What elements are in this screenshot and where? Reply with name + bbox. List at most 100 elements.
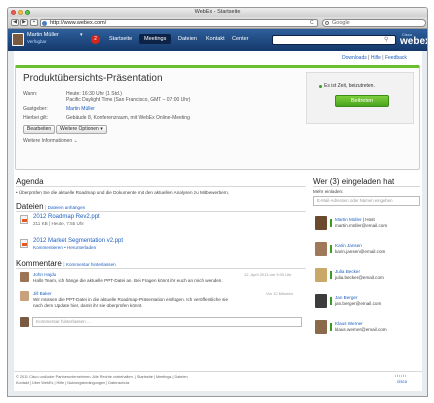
edit-button[interactable]: Bearbeiten [23, 125, 56, 134]
feedback-link[interactable]: Feedback [385, 55, 407, 61]
webex-navbar: Martin Müller Verfügbar ▾ 2 Startseite M… [8, 29, 427, 51]
comment-text: Hallo Team, ich hänge die aktuelle PPT-D… [33, 278, 223, 283]
site-search-input[interactable] [272, 35, 396, 45]
invitee-email: klaus.werner@email.com [335, 327, 387, 332]
invitees-title: Wer (3) eingeladen hat [313, 177, 395, 186]
downloads-link[interactable]: Downloads [342, 55, 367, 61]
invite-input[interactable]: E-Mail-Adressen oder Namen eingeben [313, 196, 420, 206]
join-panel: Es ist Zeit, beizutreten. Beitreten [306, 72, 414, 124]
powerpoint-file-icon [20, 215, 28, 224]
cisco-logo: cisco [397, 379, 408, 384]
search-icon [325, 20, 329, 25]
invitee-email: martin.müller@email.com [335, 223, 388, 228]
powerpoint-file-icon [20, 239, 28, 248]
invitee-name[interactable]: Klaus Werner [335, 321, 363, 326]
invitee-email: julia.becker@email.com [335, 275, 384, 280]
nav-contacts[interactable]: Kontakt [206, 35, 225, 43]
join-button[interactable]: Beitreten [335, 95, 389, 107]
more-options-label: Weitere Optionen [60, 126, 99, 132]
more-info-toggle[interactable]: Weitere Informationen ⌄ [23, 138, 78, 144]
user-menu-chevron-icon[interactable]: ▾ [80, 32, 83, 38]
comment-text-continued: nach dem Update hier, damit ihr sie über… [33, 303, 143, 308]
meeting-location: Gebäude 8, Konferenzraum, mit WebEx Onli… [66, 115, 190, 121]
back-button[interactable]: ◀ [11, 19, 19, 26]
commenter-avatar [20, 291, 29, 301]
browser-toolbar: ◀ ▶ + http://www.webex.com/ C Google [8, 17, 427, 29]
comment-author[interactable]: John Hajdu [33, 272, 56, 277]
notification-badge[interactable]: 2 [91, 35, 100, 44]
file-link-1[interactable]: 2012 Roadmap Rev2.ppt [33, 214, 100, 220]
file-meta-1: 211 KB | Heute, 7:55 Uhr [33, 221, 84, 226]
status-dot-icon [319, 85, 322, 88]
nav-meetings[interactable]: Meetings [139, 34, 172, 44]
dropdown-arrow-icon: ▾ [100, 126, 103, 132]
invitee-email: karin.jansen@email.com [335, 249, 386, 254]
user-name[interactable]: Martin Müller [27, 32, 59, 38]
comment-input[interactable]: Kommentar hinterlassen ... [32, 317, 302, 327]
nav-home[interactable]: Startseite [109, 35, 132, 43]
plus-icon: + [32, 19, 36, 25]
status-bar-icon [330, 323, 332, 331]
top-links: Downloads | Hilfe | Feedback [342, 55, 407, 61]
address-bar[interactable]: http://www.webex.com/ [40, 18, 318, 27]
footer-line-2: Kontakt | Über WebEx | Hilfe | Nutzungsb… [16, 381, 130, 385]
add-bookmark-button[interactable]: + [30, 19, 38, 26]
attach-files-link[interactable]: Dateien anhängen [48, 205, 86, 210]
window-title: WebEx - Startseite [194, 9, 241, 15]
page-content: Downloads | Hilfe | Feedback Produktüber… [14, 51, 422, 391]
maximize-window-icon[interactable] [25, 10, 30, 15]
location-label: Hierbei gilt: [23, 115, 49, 121]
invitee-avatar [315, 320, 327, 334]
file-link-2[interactable]: 2012 Market Segmentation v2.ppt [33, 238, 123, 244]
host-link[interactable]: Martin Müller [66, 106, 95, 112]
invitee-avatar [315, 242, 327, 256]
reload-icon[interactable]: C [310, 20, 314, 26]
invitee-name[interactable]: Martin Müller | Host [335, 217, 375, 222]
status-bar-icon [330, 271, 332, 279]
meeting-timezone: Pacific Daylight Time (San Francisco, GM… [66, 97, 191, 103]
add-comment-link[interactable]: Kommentar hinterlassen [66, 262, 116, 267]
comment-time: Vor 12 Minuten [266, 291, 293, 296]
invitee-avatar [315, 294, 327, 308]
webex-logo: webex [400, 36, 428, 47]
help-link[interactable]: Hilfe [371, 55, 381, 61]
more-options-button[interactable]: Weitere Optionen ▾ [56, 125, 107, 134]
close-window-icon[interactable] [11, 10, 16, 15]
invitee-name[interactable]: Jan Berger [335, 295, 357, 300]
forward-arrow-icon: ▶ [22, 19, 26, 25]
comment-author[interactable]: Jill Baker [33, 291, 52, 296]
invitee-name[interactable]: Julia Becker [335, 269, 360, 274]
agenda-item: • Überprüfen Sie die aktuelle Roadmap un… [16, 190, 230, 195]
cisco-bars-icon: ılıılı [395, 373, 408, 378]
status-bar-icon [330, 219, 332, 227]
browser-search-placeholder: Google [332, 19, 350, 26]
agenda-title: Agenda [16, 177, 44, 186]
user-status: Verfügbar [27, 39, 47, 44]
footer-divider [14, 371, 422, 372]
host-label: Gastgeber: [23, 106, 48, 112]
divider [16, 211, 306, 212]
footer-line-1: © 2011 Cisco und/oder Partnerunternehmen… [16, 375, 188, 379]
more-info-label: Weitere Informationen [23, 138, 73, 144]
invitee-avatar [315, 216, 327, 230]
comment-time: 12. April 2013 um 9:03 Uhr [244, 272, 292, 277]
forward-button[interactable]: ▶ [20, 19, 28, 26]
file-actions-2[interactable]: Kommentieren • Herunterladen [33, 245, 96, 250]
user-avatar[interactable] [12, 33, 24, 46]
site-search-icon[interactable]: ⚲ [384, 36, 388, 43]
nav-center[interactable]: Center [232, 35, 249, 43]
comment-text: Wir müssen die PPT-Datei in die aktuelle… [33, 297, 228, 302]
url-text: http://www.webex.com/ [50, 19, 107, 26]
invitee-name[interactable]: Karin Jansen [335, 243, 362, 248]
status-bar-icon [330, 245, 332, 253]
nav-files[interactable]: Dateien [178, 35, 197, 43]
status-bar-icon [330, 297, 332, 305]
browser-search-field[interactable]: Google [322, 18, 426, 27]
meeting-title: Produktübersichts-Präsentation [23, 73, 163, 84]
divider [16, 186, 306, 187]
invitee-avatar [315, 268, 327, 282]
window-titlebar: WebEx - Startseite [8, 8, 427, 17]
minimize-window-icon[interactable] [18, 10, 23, 15]
invitee-email: jan.berger@email.com [335, 301, 382, 306]
comments-header: Kommentare | Kommentar hinterlassen [16, 259, 116, 268]
